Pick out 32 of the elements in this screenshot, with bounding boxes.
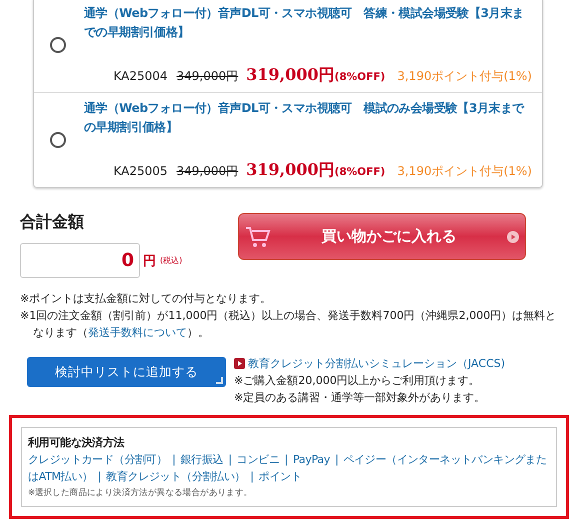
payment-heading: 利用可能な決済方法 — [28, 435, 126, 451]
add-to-wishlist-button[interactable]: 検討中リストに追加する — [27, 357, 226, 387]
note-text: ※ポイントは支払金額に対しての付与となります。 — [20, 291, 272, 307]
radio-button[interactable] — [50, 132, 66, 148]
payment-methods-links[interactable]: クレジットカード（分割可） | 銀行振込 | コンビニ | PayPay | ペイジー（インターネットバンキングまたはATM払い） | 教育クレジット（分割払い） | ポイント — [28, 451, 550, 485]
play-icon — [234, 358, 245, 369]
list-price: 349,000円 — [176, 68, 238, 85]
credit-simulation-link[interactable]: 教育クレジット分割払いシミュレーション（JACCS) — [248, 355, 506, 372]
sale-price: 319,000円 — [246, 160, 335, 181]
payment-note: ※選択した商品により決済方法が異なる場合があります。 — [28, 486, 254, 500]
credit-note: ※定員のある講習・通学等一部対象外があります。 — [234, 390, 486, 406]
shipping-fee-link[interactable]: 発送手数料について — [88, 326, 187, 339]
product-code: KA25004 — [113, 69, 168, 83]
discount: (8%OFF) — [334, 71, 386, 83]
total-heading: 合計金額 — [20, 212, 85, 233]
product-title[interactable]: 通学（Webフォロー付）音声DL可・スマホ視聴可 答練・模試会場受験【3月末までの早期割引価格】 — [84, 4, 532, 42]
tax-note: (税込) — [160, 255, 182, 266]
yen-unit: 円 — [143, 252, 156, 270]
total-field: 0 — [20, 243, 140, 278]
discount: (8%OFF) — [334, 166, 386, 178]
cart-icon — [245, 224, 271, 248]
list-price: 349,000円 — [176, 163, 238, 180]
sale-price: 319,000円 — [246, 65, 335, 86]
product-title[interactable]: 通学（Webフォロー付）音声DL可・スマホ視聴可 模試のみ会場受験【3月末までの早期割引価格】 — [84, 99, 532, 137]
add-to-cart-button[interactable]: 買い物かごに入れる — [238, 213, 526, 260]
product-code: KA25005 — [113, 164, 168, 178]
radio-button[interactable] — [50, 37, 66, 53]
credit-note: ※ご購入金額20,000円以上からご利用頂けます。 — [234, 373, 481, 389]
points-text: 3,190ポイント付与(1%) — [397, 163, 532, 180]
shipping-note: ※1回の注文金額（割引前）が11,000円（税込）以上の場合、発送手数料700円（沖縄県2,000円）は無料となります（発送手数料について）。 — [20, 308, 558, 341]
points-text: 3,190ポイント付与(1%) — [397, 68, 532, 85]
play-icon — [507, 230, 519, 242]
